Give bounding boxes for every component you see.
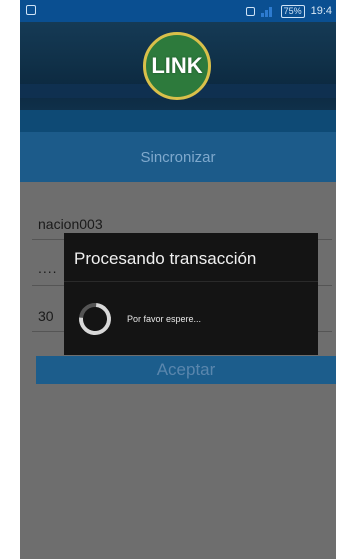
status-time: 19:4 (310, 5, 332, 17)
phone-screen: 75% 19:4 LINK Sincronizar nacion003 ....… (20, 0, 336, 559)
notification-icon (26, 5, 36, 15)
status-bar: 75% 19:4 (20, 0, 336, 22)
app-header: LINK (20, 22, 336, 132)
loading-spinner-icon (72, 296, 118, 342)
page-title: Sincronizar (140, 148, 216, 166)
screen-right-margin (336, 0, 344, 559)
title-bar: Sincronizar (20, 132, 336, 182)
progress-dialog: Procesando transacción Por favor espere.… (64, 233, 318, 355)
screen-icon (245, 6, 255, 16)
dialog-title: Procesando transacción (74, 249, 257, 268)
signal-icon (260, 5, 275, 17)
battery-icon: 75% (280, 4, 305, 18)
screen-left-margin (0, 0, 20, 559)
accept-button[interactable]: Aceptar (36, 356, 336, 384)
user-field-value: nacion003 (38, 216, 103, 232)
link-logo: LINK (143, 32, 211, 100)
code-field-value: 30 (38, 308, 54, 324)
logo-text: LINK (151, 53, 203, 78)
dialog-message: Por favor espere... (127, 314, 202, 324)
status-icons: 75% 19:4 (245, 3, 332, 19)
password-field-value: .... (38, 260, 58, 276)
